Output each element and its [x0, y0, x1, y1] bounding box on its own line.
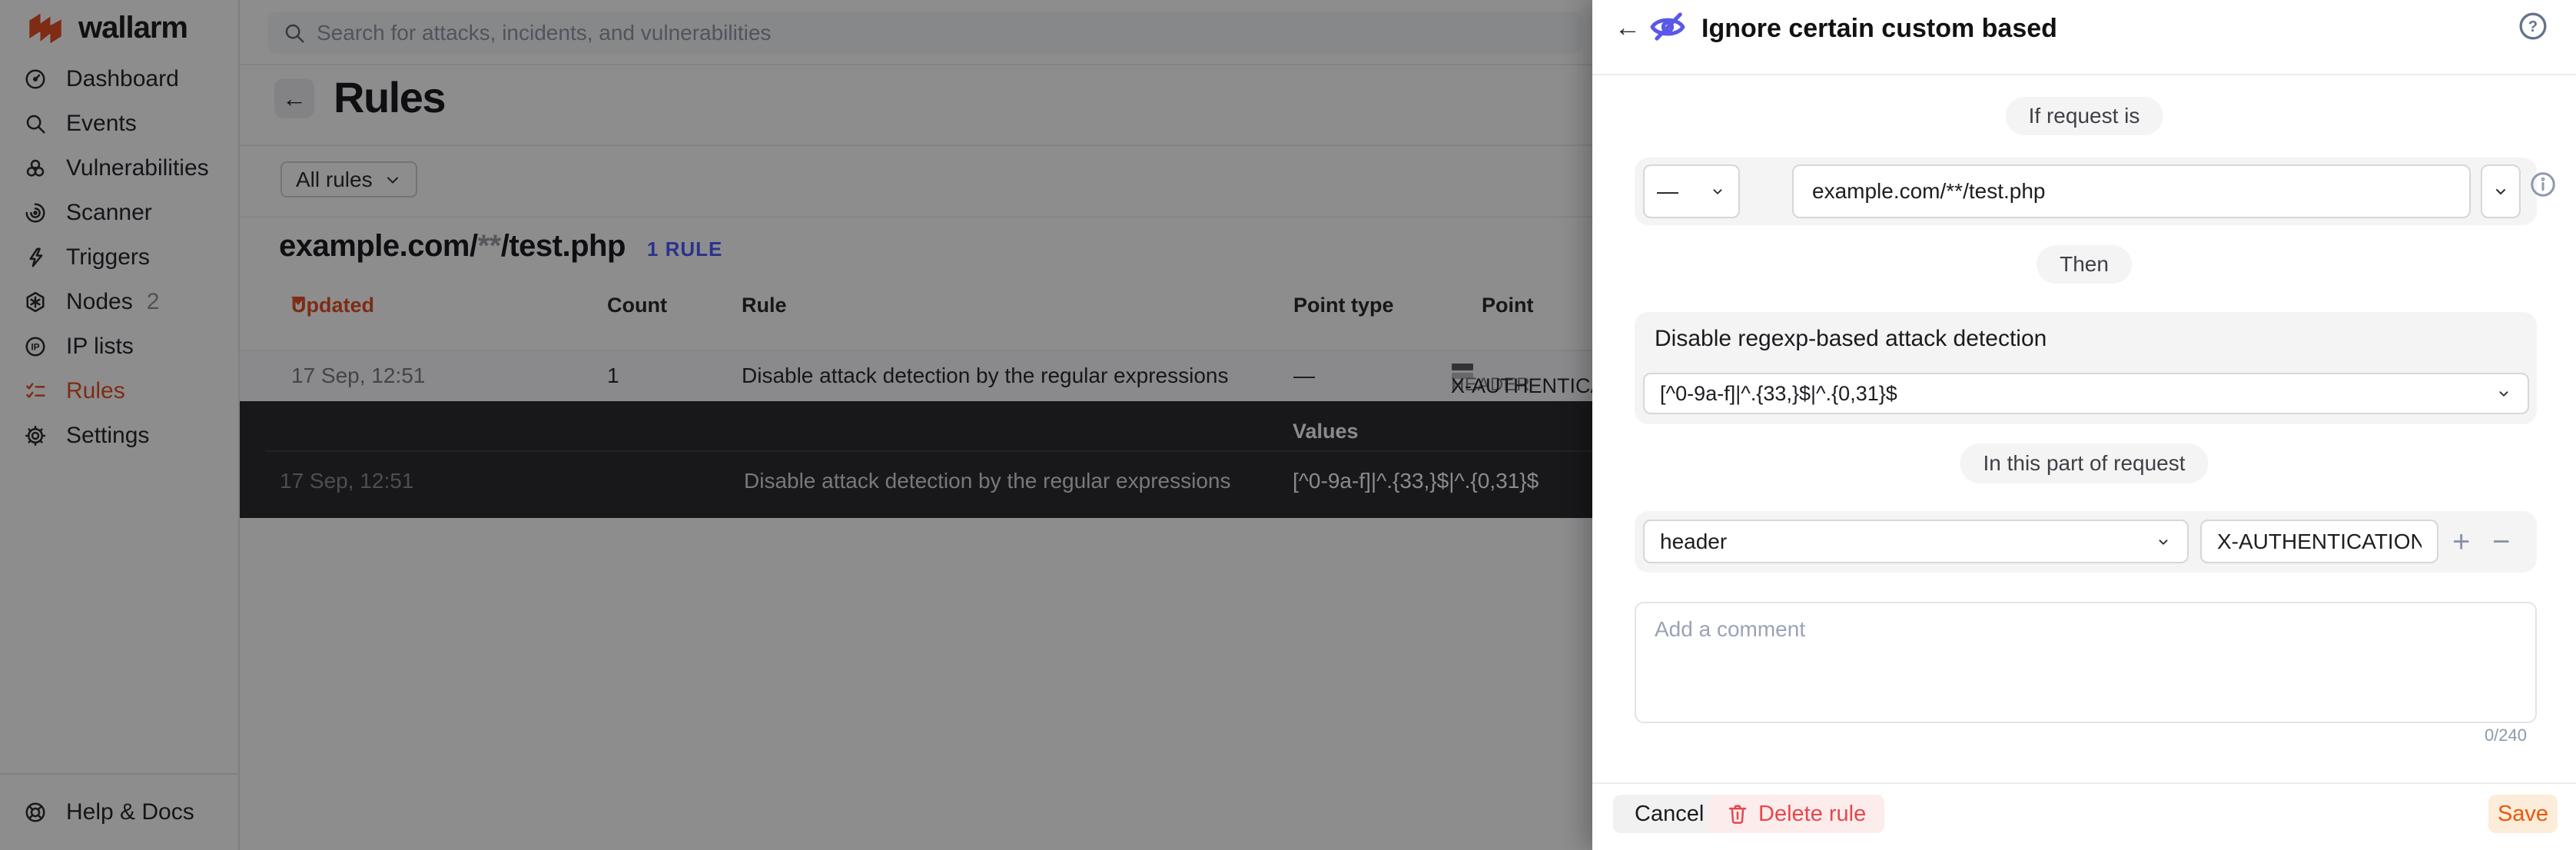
chevron-down-icon — [2491, 182, 2510, 201]
panel-back-button[interactable]: ← — [1611, 11, 1645, 45]
app-window: wallarm Dashboard Events Vulnerabilities… — [0, 0, 2576, 850]
save-button[interactable]: Save — [2488, 795, 2558, 833]
condition-point-select[interactable] — [2481, 164, 2521, 218]
divider — [1592, 782, 2576, 784]
trash-icon — [1726, 802, 1749, 825]
plus-icon: + — [2452, 525, 2470, 559]
delete-rule-label: Delete rule — [1758, 802, 1866, 827]
action-group: Disable regexp-based attack detection [^… — [1635, 312, 2537, 424]
help-question-icon[interactable]: ? — [2518, 11, 2548, 42]
request-part-type-select[interactable]: header — [1643, 520, 2189, 563]
comment-char-counter: 0/240 — [2485, 725, 2527, 745]
ignore-rule-eye-off-icon — [1648, 6, 1688, 46]
panel-title: Ignore certain custom based — [1701, 14, 2057, 44]
request-part-group: header + − — [1635, 511, 2537, 573]
request-part-type-value: header — [1660, 530, 1727, 554]
condition-operator-value: — — [1657, 179, 1678, 204]
section-pill-then: Then — [2037, 245, 2132, 284]
add-part-button[interactable]: + — [2452, 511, 2470, 573]
back-arrow-icon: ← — [1615, 13, 1641, 43]
svg-text:?: ? — [2528, 18, 2538, 35]
action-label: Disable regexp-based attack detection — [1655, 326, 2047, 352]
section-pill-if-request-is: If request is — [2006, 97, 2163, 135]
condition-operator-select[interactable]: — — [1643, 164, 1740, 218]
action-regex-select[interactable]: [^0-9a-f]|^.{33,}$|^.{0,31}$ — [1643, 373, 2529, 414]
delete-rule-button[interactable]: Delete rule — [1708, 795, 1884, 833]
request-part-name-input[interactable] — [2200, 520, 2438, 563]
section-pill-in-this-part: In this part of request — [1960, 443, 2208, 483]
divider — [1592, 74, 2576, 75]
minus-icon: − — [2492, 525, 2510, 559]
info-icon[interactable] — [2529, 171, 2557, 198]
condition-group: — — [1635, 158, 2537, 225]
comment-textarea[interactable] — [1635, 602, 2537, 723]
chevron-down-icon — [2495, 385, 2512, 402]
modal-dim-overlay — [0, 0, 1592, 850]
remove-part-button[interactable]: − — [2492, 511, 2510, 573]
chevron-down-icon — [1709, 183, 1726, 200]
rule-edit-panel: ← Ignore certain custom based ? If reque… — [1592, 0, 2576, 850]
chevron-down-icon — [2155, 533, 2172, 550]
condition-uri-input[interactable] — [1792, 164, 2471, 218]
action-regex-value: [^0-9a-f]|^.{33,}$|^.{0,31}$ — [1660, 382, 1897, 406]
